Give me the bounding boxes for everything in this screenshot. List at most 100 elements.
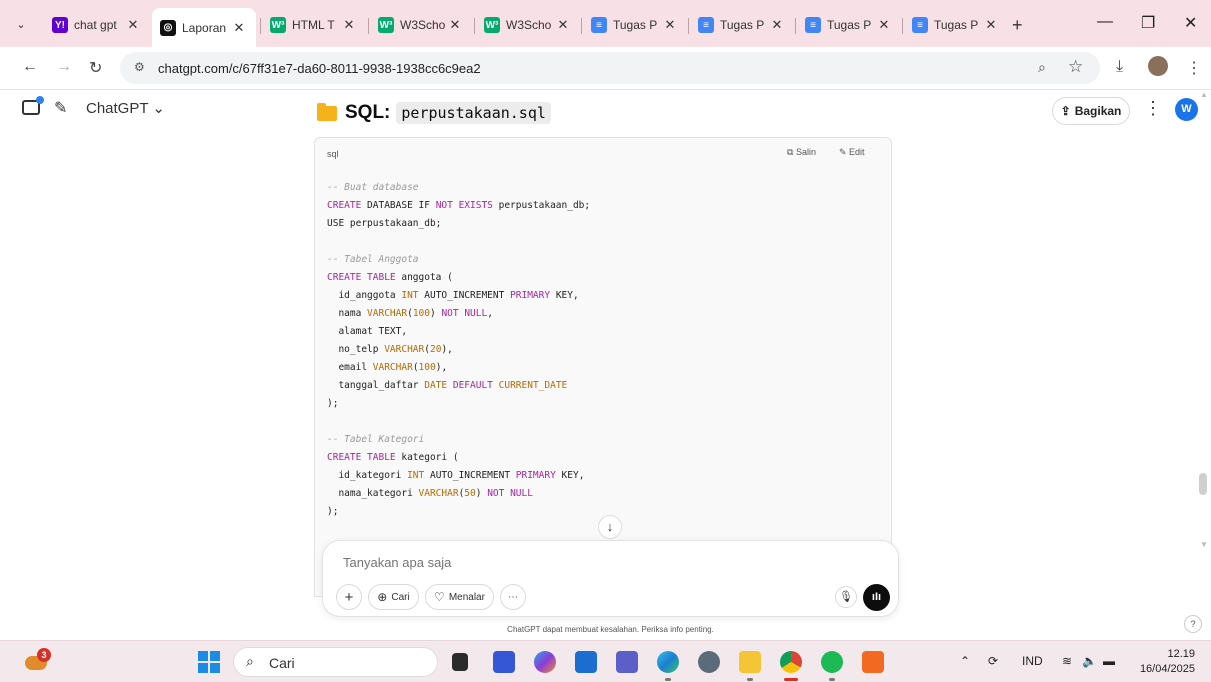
share-button[interactable]: ⇪ Bagikan — [1052, 97, 1130, 125]
conversation-menu-icon[interactable]: ⋮ — [1144, 98, 1162, 119]
forward-arrow-icon[interactable]: → — [56, 58, 72, 76]
file-explorer-icon[interactable] — [739, 651, 761, 681]
tab-separator — [581, 18, 582, 34]
browser-toolbar: ← → ↻ ⚙ chatgpt.com/c/67ff31e7-da60-8011… — [0, 47, 1211, 90]
new-chat-icon[interactable]: ✎ — [54, 98, 67, 118]
browser-tab[interactable]: ≡ Tugas P ✕ — [583, 8, 687, 42]
browser-tab[interactable]: W³ W3Scho ✕ — [370, 8, 472, 42]
chrome-icon[interactable] — [780, 651, 802, 681]
copy-code-button[interactable]: ⧉ Salin — [787, 147, 816, 158]
teams-icon[interactable] — [616, 651, 638, 673]
battery-icon[interactable]: ▬ — [1103, 654, 1115, 668]
microphone-icon[interactable]: 🎙 — [835, 586, 857, 608]
model-selector[interactable]: ChatGPT ⌄ — [86, 99, 165, 117]
tab-favicon-icon: W³ — [270, 17, 286, 33]
task-view-icon[interactable] — [452, 653, 468, 671]
tab-close-icon[interactable]: ✕ — [982, 17, 1000, 33]
reload-icon[interactable]: ↻ — [89, 58, 102, 78]
prompt-input[interactable] — [343, 555, 743, 570]
code-content: -- Buat database CREATE DATABASE IF NOT E… — [327, 179, 590, 521]
code-token: 100 — [418, 362, 436, 373]
tab-separator — [474, 18, 475, 34]
lightbulb-icon: ♡ — [434, 590, 445, 604]
share-icon: ⇪ — [1060, 104, 1071, 118]
scrollbar-down-arrow-icon[interactable]: ▼ — [1200, 540, 1208, 549]
page-scrollbar-thumb[interactable] — [1199, 473, 1207, 495]
xampp-icon[interactable] — [862, 651, 884, 673]
code-token: DATABASE IF — [361, 200, 436, 211]
code-token: nama — [327, 308, 368, 319]
voice-mode-icon[interactable]: ıIı — [863, 584, 890, 611]
scroll-to-bottom-arrow-icon[interactable]: ↓ — [598, 515, 622, 539]
back-arrow-icon[interactable]: ← — [22, 58, 38, 76]
sidebar-toggle-icon[interactable] — [22, 96, 44, 115]
share-label: Bagikan — [1074, 104, 1122, 118]
browser-tab[interactable]: ≡ Tugas P ✕ — [690, 8, 794, 42]
spotify-icon[interactable] — [821, 651, 843, 681]
tab-close-icon[interactable]: ✕ — [661, 17, 679, 33]
download-icon[interactable]: ⤓ — [1116, 58, 1123, 76]
address-bar[interactable]: ⚙ chatgpt.com/c/67ff31e7-da60-8011-9938-… — [120, 52, 1100, 84]
globe-icon: ⊕ — [377, 590, 388, 604]
meet-app-icon[interactable] — [493, 651, 515, 673]
tab-close-icon[interactable]: ✕ — [875, 17, 893, 33]
network-status-icon[interactable]: ⟳ — [988, 654, 998, 668]
taskbar-search[interactable]: ⌕ Cari — [233, 647, 438, 677]
message-heading: SQL: perpustakaan.sql — [317, 102, 551, 124]
browser-tab[interactable]: ◎ Laporan ✕ — [152, 8, 256, 47]
url-text[interactable]: chatgpt.com/c/67ff31e7-da60-8011-9938-19… — [158, 61, 481, 76]
microsoft-store-icon[interactable] — [575, 651, 597, 673]
close-window-icon[interactable]: ✕ — [1184, 13, 1197, 33]
code-token: INT — [401, 290, 419, 301]
language-indicator[interactable]: IND — [1022, 654, 1043, 668]
tab-close-icon[interactable]: ✕ — [230, 20, 248, 36]
more-tools-icon[interactable]: ⋯ — [500, 584, 526, 610]
search-button[interactable]: ⊕ Cari — [368, 584, 419, 610]
wifi-icon[interactable]: ≋ — [1062, 654, 1072, 668]
edit-code-button[interactable]: ✎ Edit — [839, 147, 865, 158]
weather-widget[interactable]: 3 — [25, 648, 51, 672]
browser-tab[interactable]: Y! chat gpt ✕ — [44, 8, 150, 42]
tab-list-chevron-icon[interactable]: ⌄ — [10, 14, 32, 36]
browser-menu-icon[interactable]: ⋮ — [1186, 58, 1202, 78]
user-avatar[interactable]: W — [1175, 98, 1198, 121]
help-icon[interactable]: ? — [1184, 615, 1202, 633]
tab-close-icon[interactable]: ✕ — [340, 17, 358, 33]
browser-tab[interactable]: ≡ Tugas P ✕ — [797, 8, 901, 42]
disclaimer-text: ChatGPT dapat membuat kesalahan. Periksa… — [507, 625, 714, 634]
tab-close-icon[interactable]: ✕ — [554, 17, 572, 33]
settings-gear-icon[interactable] — [698, 651, 720, 673]
tray-overflow-chevron-icon[interactable]: ⌃ — [960, 654, 970, 668]
bookmark-star-icon[interactable]: ☆ — [1068, 57, 1083, 77]
code-token: , — [487, 308, 493, 319]
minimize-icon[interactable]: — — [1097, 13, 1113, 31]
attach-plus-icon[interactable]: + — [336, 584, 362, 610]
clock-time: 12.19 — [1167, 648, 1195, 660]
tab-favicon-icon: ≡ — [698, 17, 714, 33]
profile-avatar[interactable] — [1148, 56, 1168, 76]
code-token: 100 — [412, 308, 430, 319]
copilot-icon[interactable] — [534, 651, 556, 673]
browser-tab[interactable]: W³ HTML T ✕ — [262, 8, 366, 42]
tab-close-icon[interactable]: ✕ — [446, 17, 464, 33]
zoom-icon[interactable]: ⌕ — [1038, 59, 1046, 76]
start-windows-icon[interactable] — [198, 651, 220, 673]
tab-close-icon[interactable]: ✕ — [124, 17, 142, 33]
volume-icon[interactable]: 🔈 — [1082, 654, 1097, 668]
tab-label: Tugas P — [720, 18, 765, 32]
browser-tab[interactable]: W³ W3Scho ✕ — [476, 8, 580, 42]
system-clock[interactable]: 12.19 16/04/2025 — [1131, 647, 1195, 677]
tab-close-icon[interactable]: ✕ — [768, 17, 786, 33]
browser-tab[interactable]: ≡ Tugas P ✕ — [904, 8, 1008, 42]
edge-icon[interactable] — [657, 651, 679, 681]
new-tab-plus-icon[interactable]: + — [1012, 15, 1023, 36]
reason-button[interactable]: ♡ Menalar — [425, 584, 494, 610]
scrollbar-up-arrow-icon[interactable]: ▲ — [1200, 90, 1208, 99]
code-token: perpustakaan_db; — [492, 200, 591, 211]
code-token: ) — [475, 488, 488, 499]
code-line: CREATE TABLE kategori ( — [327, 449, 590, 467]
site-settings-icon[interactable]: ⚙ — [134, 60, 145, 74]
restore-icon[interactable]: ❐ — [1141, 13, 1155, 33]
code-token: USE perpustakaan_db; — [327, 218, 442, 229]
